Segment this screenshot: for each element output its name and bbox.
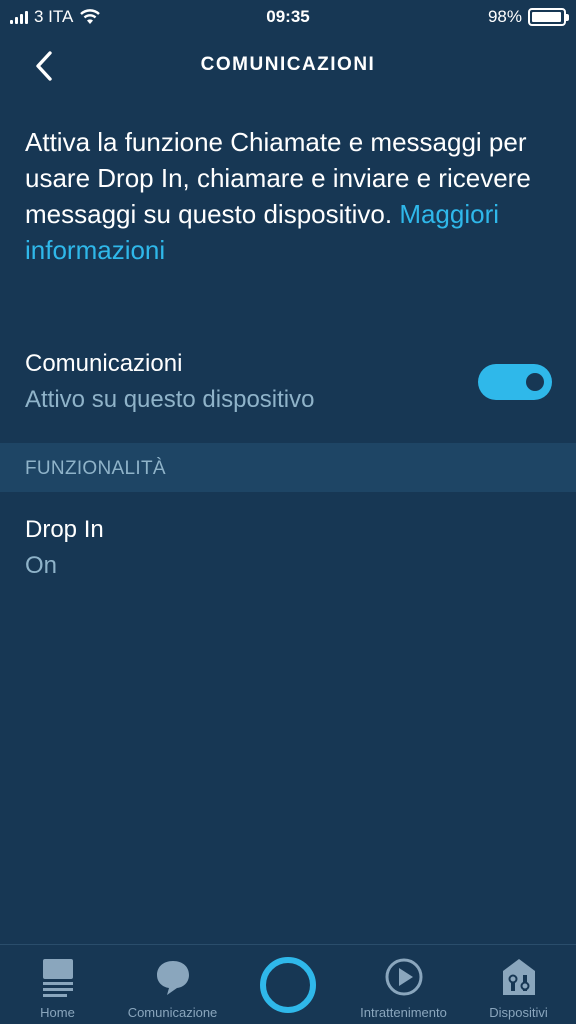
bottom-nav: Home Comunicazione Intrattenimento Dispo… bbox=[0, 944, 576, 1024]
communications-toggle[interactable] bbox=[478, 364, 552, 400]
nav-item-entertainment[interactable]: Intrattenimento bbox=[346, 945, 461, 1024]
devices-icon bbox=[502, 959, 535, 995]
alexa-ring-icon[interactable] bbox=[260, 957, 316, 1013]
wifi-icon bbox=[80, 9, 101, 24]
carrier-label: 3 ITA bbox=[34, 7, 74, 26]
battery-percent: 98% bbox=[487, 7, 522, 26]
nav-item-communication[interactable]: Comunicazione bbox=[115, 945, 230, 1024]
status-right: 98% bbox=[487, 7, 569, 27]
section-label: FUNZIONALITÀ bbox=[25, 458, 166, 479]
home-icon bbox=[42, 959, 73, 997]
intro-paragraph: Attiva la funzione Chiamate e messaggi p… bbox=[25, 124, 545, 268]
section-header: FUNZIONALITÀ bbox=[0, 443, 576, 492]
drop-in-title: Drop In bbox=[25, 516, 104, 543]
speech-bubble-icon bbox=[156, 961, 189, 995]
toggle-knob bbox=[526, 373, 544, 391]
status-bar: 3 ITA 09:35 98% bbox=[0, 0, 576, 34]
status-left: 3 ITA bbox=[10, 7, 101, 27]
communications-row: Comunicazioni Attivo su questo dispositi… bbox=[0, 344, 576, 430]
drop-in-status: On bbox=[25, 552, 58, 579]
play-icon bbox=[385, 958, 422, 996]
signal-icon bbox=[10, 10, 28, 24]
communications-subtitle: Attivo su questo dispositivo bbox=[25, 386, 315, 413]
nav-item-home[interactable]: Home bbox=[0, 945, 115, 1024]
battery-icon bbox=[528, 8, 569, 26]
nav-label-communication: Comunicazione bbox=[127, 1005, 218, 1020]
communications-title: Comunicazioni bbox=[25, 350, 183, 377]
nav-label-devices: Dispositivi bbox=[489, 1005, 548, 1020]
header: COMUNICAZIONI bbox=[0, 34, 576, 98]
drop-in-row[interactable]: Drop In On bbox=[0, 510, 576, 590]
page-title: COMUNICAZIONI bbox=[200, 54, 376, 75]
nav-label-entertainment: Intrattenimento bbox=[360, 1005, 447, 1020]
nav-item-devices[interactable]: Dispositivi bbox=[461, 945, 576, 1024]
battery-fill bbox=[532, 12, 562, 22]
nav-label-home: Home bbox=[40, 1005, 75, 1020]
